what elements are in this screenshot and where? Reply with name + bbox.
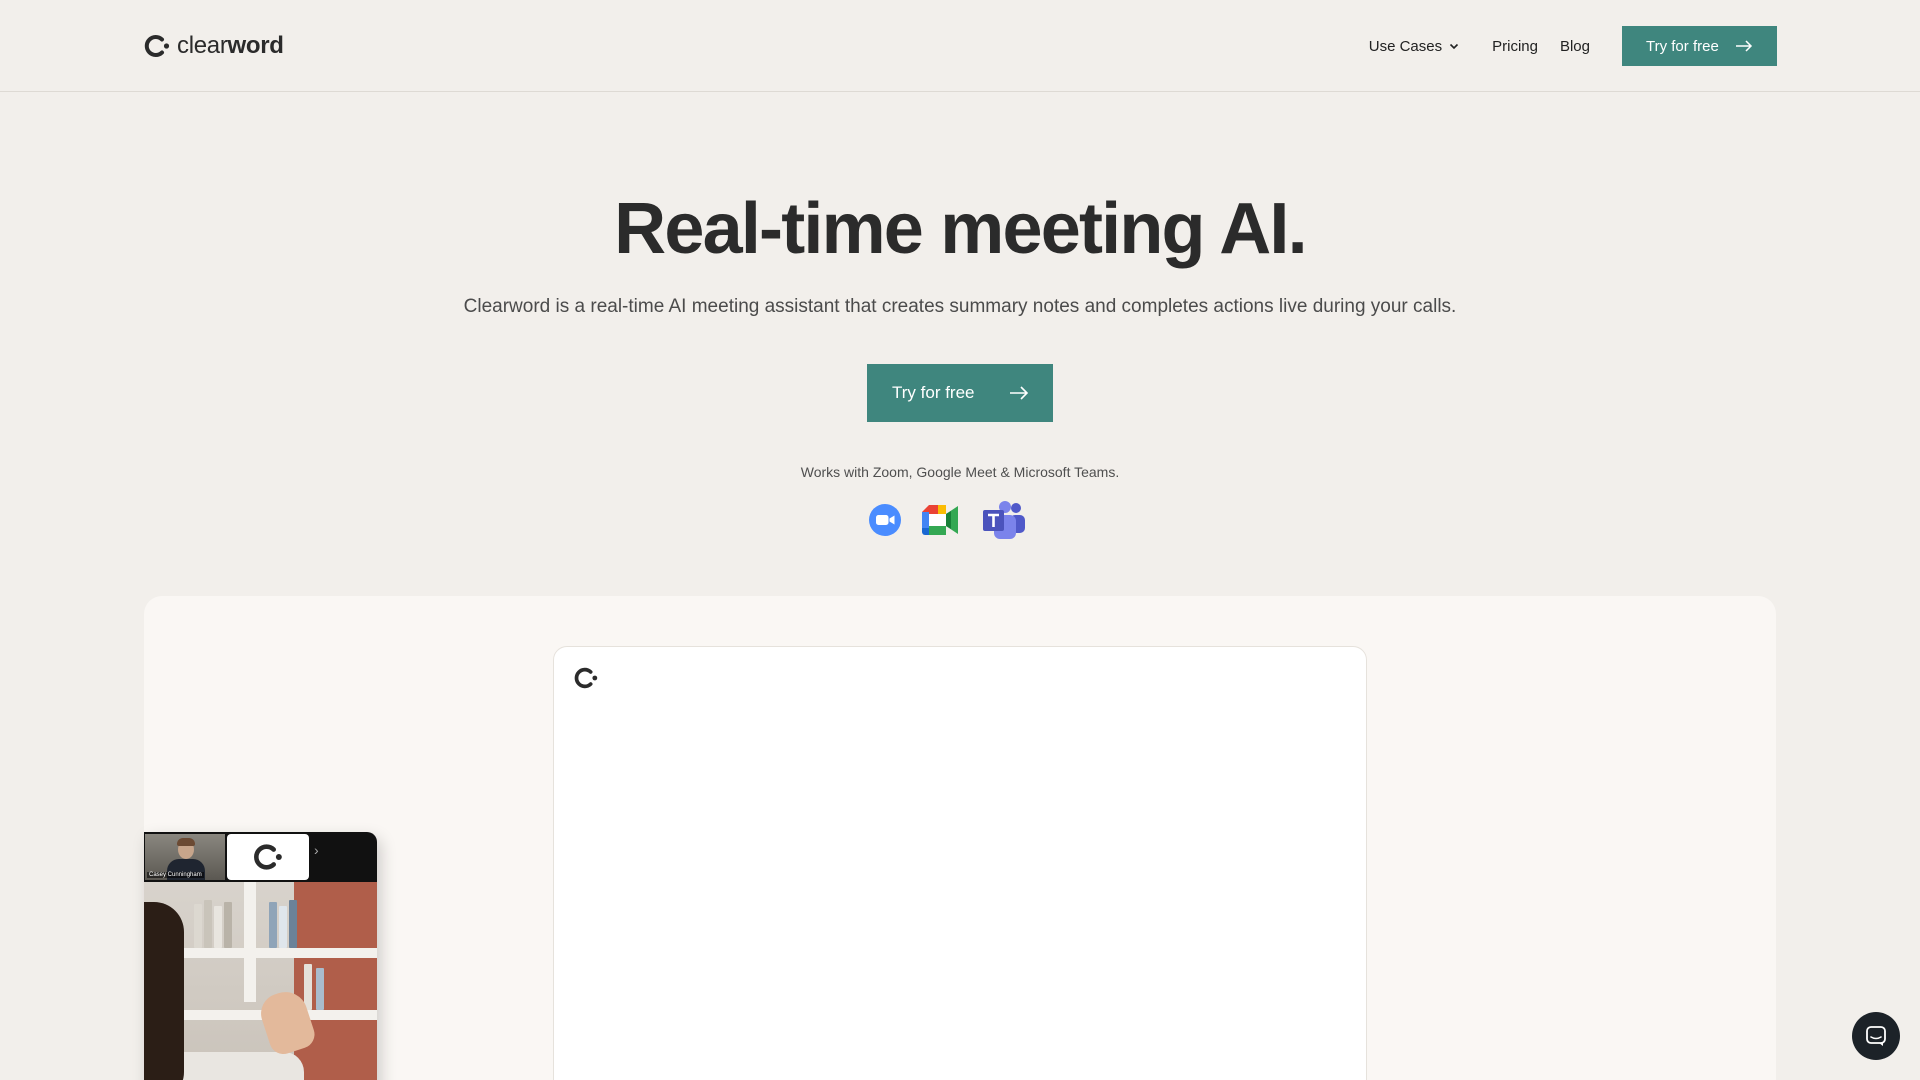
chevron-down-icon xyxy=(1450,43,1459,50)
hero-subtitle: Clearword is a real-time AI meeting assi… xyxy=(463,296,1457,317)
clearword-logo-icon xyxy=(254,844,282,870)
nav-blog[interactable]: Blog xyxy=(1560,38,1590,55)
google-meet-icon xyxy=(922,505,958,535)
header-try-free-button[interactable]: Try for free xyxy=(1622,26,1777,66)
clearword-logo-icon xyxy=(574,667,598,689)
clearword-logo[interactable]: clearword xyxy=(143,30,284,62)
clearword-logo-icon xyxy=(144,35,170,57)
video-call-preview: Casey Cunningham › xyxy=(144,832,377,1080)
integration-logos xyxy=(868,500,1026,540)
main-nav: Use Cases Pricing Blog Try for free xyxy=(1369,26,1777,66)
nav-use-cases-label: Use Cases xyxy=(1368,37,1443,55)
chevron-right-icon[interactable]: › xyxy=(314,842,319,858)
hero-title: Real-time meeting AI. xyxy=(614,189,1308,269)
header-try-free-label: Try for free xyxy=(1646,37,1719,55)
chat-icon xyxy=(1866,1026,1886,1046)
logo-wordmark: clearword xyxy=(177,32,284,59)
nav-use-cases[interactable]: Use Cases xyxy=(1369,38,1460,55)
hero-try-free-button[interactable]: Try for free xyxy=(867,364,1053,422)
arrow-right-icon xyxy=(1736,40,1753,52)
microsoft-teams-icon xyxy=(983,501,1025,539)
chat-launcher-button[interactable] xyxy=(1852,1012,1900,1060)
site-header: clearword Use Cases Pricing Blog Try for… xyxy=(0,0,1920,92)
participant-thumbnail: Casey Cunningham xyxy=(145,834,225,880)
clearword-participant-tile xyxy=(227,834,309,880)
arrow-right-icon xyxy=(1010,386,1029,400)
app-preview-window xyxy=(553,646,1367,1080)
nav-pricing[interactable]: Pricing xyxy=(1492,38,1538,55)
video-main-feed xyxy=(144,882,377,1080)
participant-name: Casey Cunningham xyxy=(147,872,204,878)
hero-try-free-label: Try for free xyxy=(892,383,975,402)
works-with-text: Works with Zoom, Google Meet & Microsoft… xyxy=(800,464,1120,480)
zoom-icon xyxy=(869,504,901,536)
